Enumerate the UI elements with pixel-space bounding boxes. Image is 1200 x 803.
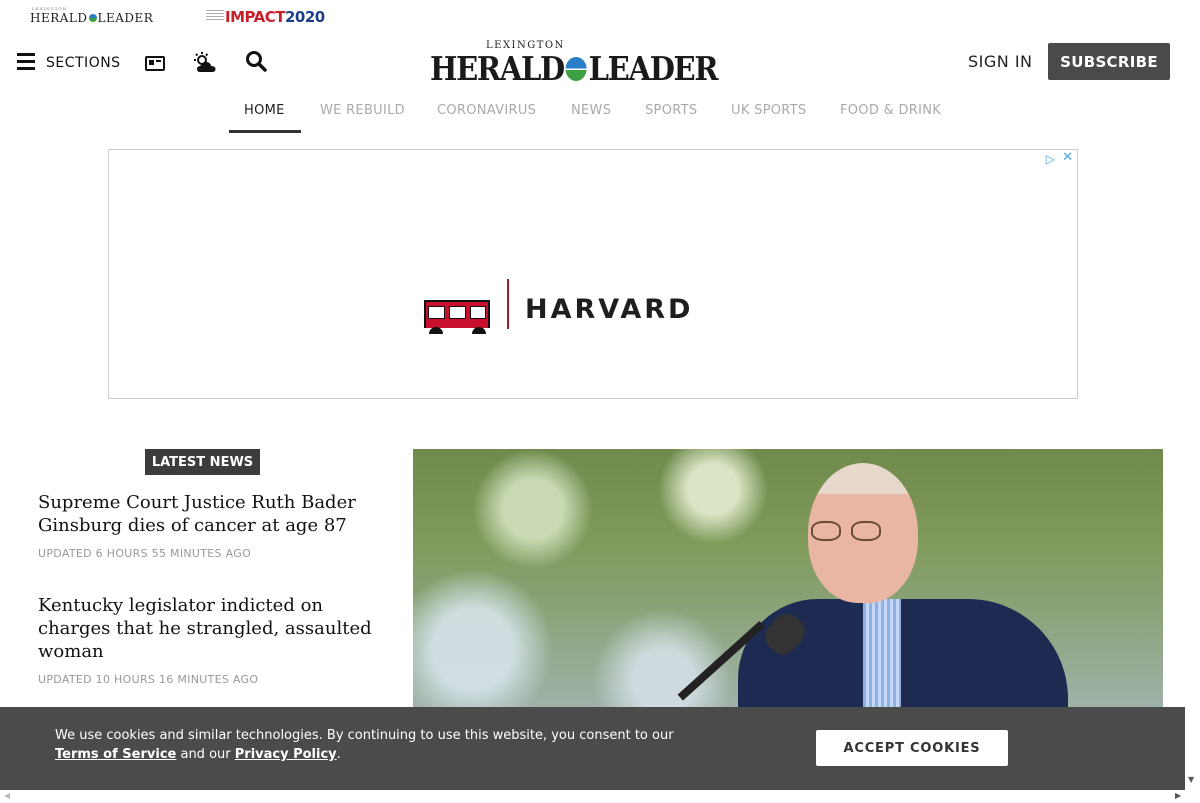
nav-we-rebuild[interactable]: WE REBUILD (320, 103, 405, 118)
adchoices-icon[interactable]: ▷ (1046, 152, 1055, 166)
latest-news-badge: LATEST NEWS (145, 449, 260, 475)
feature-photo[interactable] (413, 449, 1163, 709)
story-headline[interactable]: Supreme Court Justice Ruth Bader Ginsbur… (38, 491, 378, 537)
cookie-banner: We use cookies and similar technologies.… (0, 707, 1185, 790)
search-icon[interactable] (245, 50, 267, 72)
ad-divider (507, 279, 509, 329)
terms-of-service-link[interactable]: Terms of Service (55, 747, 176, 762)
story-updated: UPDATED 6 HOURS 55 MINUTES AGO (38, 547, 252, 560)
herald-leader-logo[interactable]: LEXINGTON HERALD LEADER (430, 40, 730, 88)
cookie-text-middle: and our (176, 747, 235, 762)
sign-in-link[interactable]: SIGN IN (968, 52, 1033, 71)
logo-left: HERALD (430, 49, 565, 88)
active-tab-indicator (229, 130, 301, 133)
accept-cookies-button[interactable]: ACCEPT COOKIES (816, 730, 1008, 766)
flag-stripes-icon (206, 10, 224, 22)
story-updated: UPDATED 10 HOURS 16 MINUTES AGO (38, 673, 259, 686)
globe-icon (565, 57, 587, 81)
privacy-policy-link[interactable]: Privacy Policy (235, 747, 337, 762)
scroll-left-arrow-icon[interactable]: ◀ (4, 791, 10, 800)
horizontal-scrollbar[interactable]: ◀ ▶ (0, 790, 1200, 803)
harvard-shield-icon (424, 300, 490, 334)
impact-2020-logo[interactable]: IMPACT2020 (206, 8, 325, 26)
impact-blue-text: 2020 (284, 8, 325, 26)
impact-red-text: IMPACT (225, 8, 285, 26)
close-icon[interactable]: ✕ (1062, 150, 1073, 165)
scroll-down-arrow-icon[interactable]: ▼ (1188, 775, 1194, 784)
logo-right: LEADER (588, 49, 719, 88)
globe-icon (88, 14, 97, 22)
story-headline[interactable]: Kentucky legislator indicted on charges … (38, 594, 378, 663)
nav-coronavirus[interactable]: CORONAVIRUS (437, 103, 536, 118)
vertical-scrollbar[interactable]: ▼ (1185, 0, 1200, 790)
top-strip: LEXINGTON HERALD LEADER IMPACT2020 (0, 0, 1200, 36)
main-nav: HOME WE REBUILD CORONAVIRUS NEWS SPORTS … (0, 92, 1200, 134)
weather-icon[interactable] (194, 52, 218, 74)
mini-logo-left: HERALD (30, 11, 88, 25)
ad-brand-text: HARVARD (525, 294, 694, 325)
nav-home[interactable]: HOME (244, 103, 285, 118)
cookie-message: We use cookies and similar technologies.… (55, 726, 715, 764)
mini-logo-right: LEADER (97, 11, 154, 25)
nav-news[interactable]: NEWS (571, 103, 611, 118)
nav-sports[interactable]: SPORTS (645, 103, 697, 118)
photo-subject-shirt (863, 599, 901, 709)
mini-logo-kicker: LEXINGTON (32, 6, 68, 11)
story-item[interactable]: Supreme Court Justice Ruth Bader Ginsbur… (38, 491, 378, 560)
cookie-text-before: We use cookies and similar technologies.… (55, 728, 674, 743)
subscribe-button[interactable]: SUBSCRIBE (1048, 43, 1170, 80)
mini-herald-leader-logo[interactable]: LEXINGTON HERALD LEADER (30, 6, 154, 25)
menu-icon[interactable] (17, 53, 35, 70)
newspaper-icon[interactable] (145, 56, 165, 71)
nav-uk-sports[interactable]: UK SPORTS (731, 103, 806, 118)
nav-food-drink[interactable]: FOOD & DRINK (840, 103, 941, 118)
logo-wordmark: HERALD LEADER (430, 49, 719, 88)
scroll-right-arrow-icon[interactable]: ▶ (1175, 791, 1181, 800)
cookie-text-after: . (336, 747, 341, 762)
photo-subject-glasses (811, 521, 889, 543)
sections-button[interactable]: SECTIONS (46, 55, 121, 71)
advertisement[interactable]: ▷ ✕ HARVARD (108, 149, 1078, 399)
story-item[interactable]: Kentucky legislator indicted on charges … (38, 594, 378, 686)
site-header: SECTIONS LEXINGTON HERALD LEADER SIGN IN … (0, 36, 1200, 90)
